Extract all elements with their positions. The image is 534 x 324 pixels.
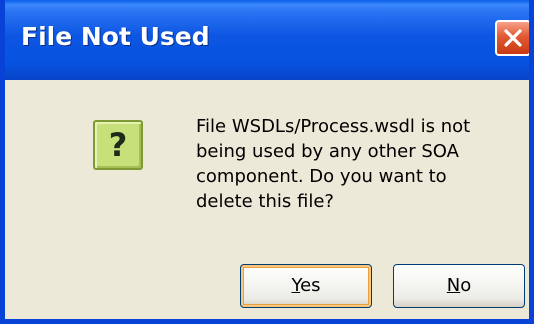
no-button-accelerator: N <box>446 275 461 296</box>
close-icon <box>504 29 522 47</box>
window-title: File Not Used <box>21 22 210 51</box>
file-not-used-dialog: File Not Used ? File WSDLs/Process.wsdl … <box>0 0 534 324</box>
yes-button[interactable]: Yes <box>240 264 372 308</box>
no-button[interactable]: No <box>393 264 525 308</box>
question-mark-glyph: ? <box>108 126 128 164</box>
title-bar[interactable]: File Not Used <box>5 0 529 80</box>
yes-button-label: es <box>300 275 321 296</box>
question-icon: ? <box>93 120 143 170</box>
close-button[interactable] <box>495 20 529 56</box>
dialog-message: File WSDLs/Process.wsdl is not being use… <box>196 116 471 212</box>
no-button-label: o <box>460 275 472 296</box>
yes-button-accelerator: Y <box>291 275 301 296</box>
